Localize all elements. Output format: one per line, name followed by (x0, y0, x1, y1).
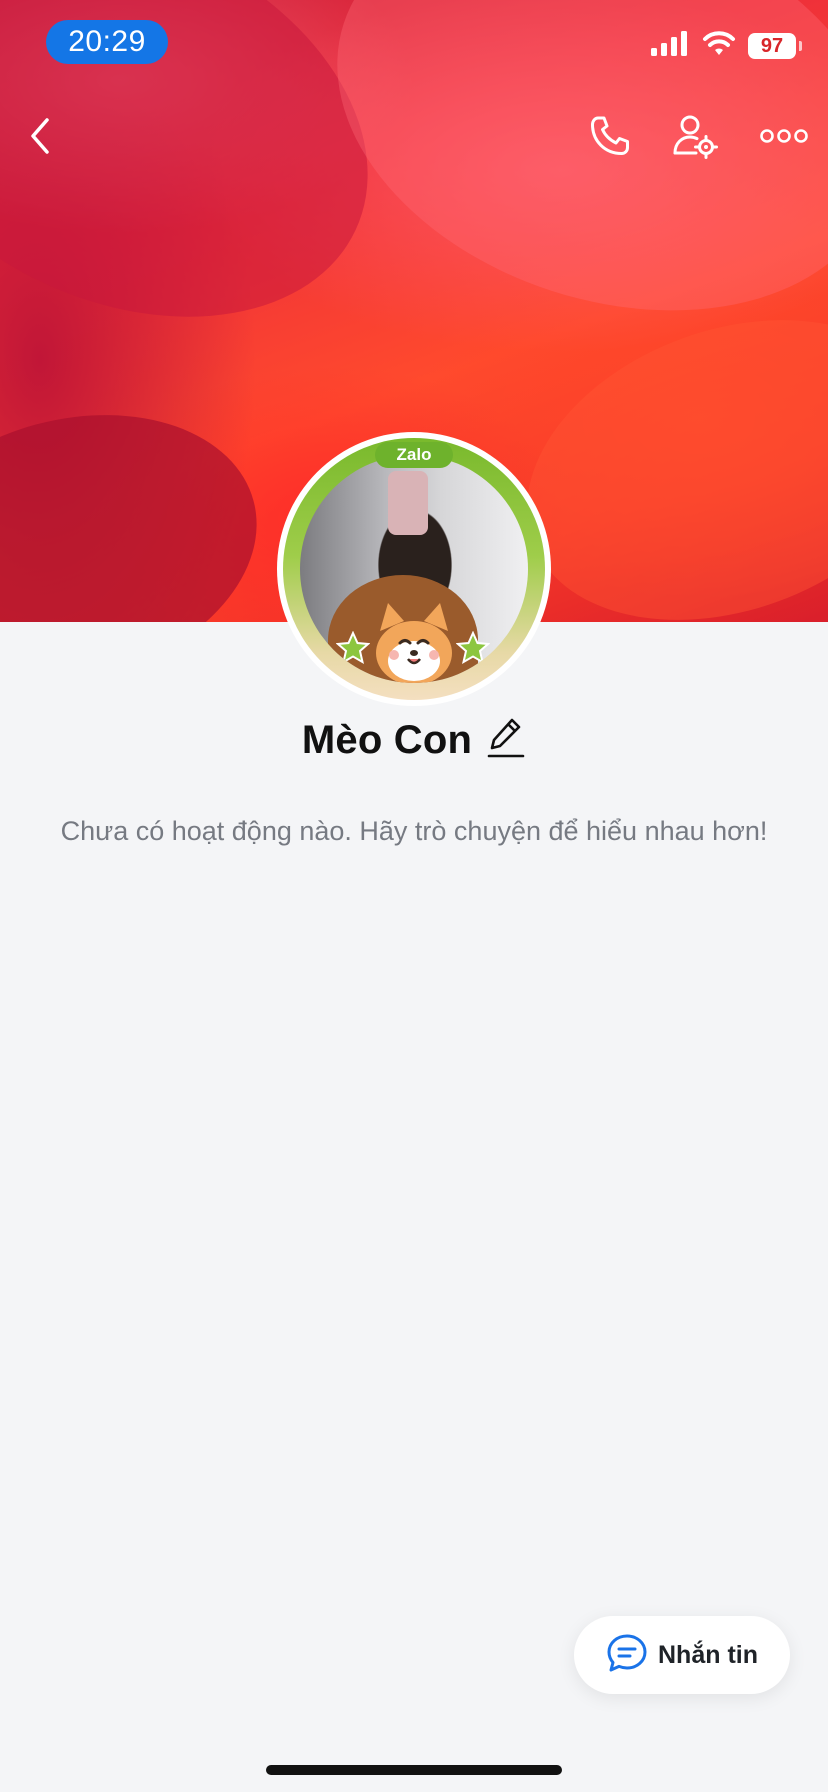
profile-name: Mèo Con (301, 717, 473, 762)
send-message-label: Nhắn tin (658, 1640, 758, 1669)
cover-petal (0, 375, 288, 622)
user-settings-icon (672, 113, 718, 164)
star-icon (336, 631, 370, 665)
call-button[interactable] (578, 106, 642, 170)
more-horizontal-icon (760, 128, 808, 149)
send-message-button[interactable]: Nhắn tin (574, 1616, 790, 1694)
dog-mascot-icon (376, 603, 452, 683)
avatar-photo (300, 455, 528, 683)
zalo-badge: Zalo (375, 442, 453, 468)
more-button[interactable] (752, 106, 816, 170)
status-icons: 97 (650, 30, 802, 62)
phone-in-photo (388, 471, 428, 535)
edit-name-button[interactable] (486, 716, 526, 764)
back-button[interactable] (8, 106, 72, 170)
star-icon (456, 631, 490, 665)
status-time[interactable]: 20:29 (46, 20, 168, 64)
chat-bubble-icon (606, 1633, 648, 1678)
battery-indicator: 97 (748, 33, 802, 59)
chevron-left-icon (27, 116, 53, 161)
home-indicator[interactable] (266, 1765, 562, 1775)
empty-activity-message: Chưa có hoạt động nào. Hãy trò chuyện để… (60, 816, 768, 846)
wifi-icon (702, 30, 736, 62)
user-settings-button[interactable] (663, 106, 727, 170)
cellular-signal-icon (650, 30, 690, 62)
phone-icon (588, 114, 632, 163)
status-bar: 20:29 97 (0, 0, 828, 88)
profile-avatar[interactable]: Zalo (277, 432, 551, 706)
pencil-icon (487, 716, 525, 765)
profile-name-row: Mèo Con (0, 716, 828, 764)
